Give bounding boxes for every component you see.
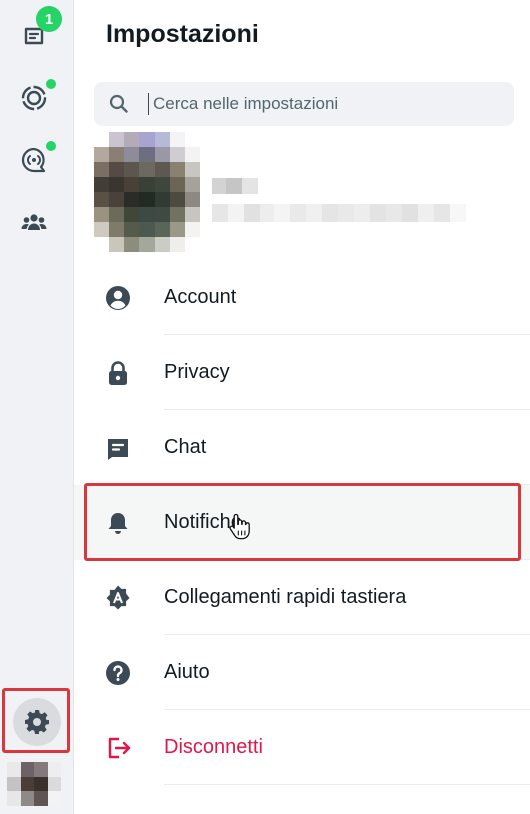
communities-icon [21,214,47,230]
gear-icon [25,710,49,734]
chat-icon [104,434,132,462]
menu-item-chat[interactable]: Chat [74,410,530,485]
menu-item-account[interactable]: Account [74,260,530,335]
menu-item-logout[interactable]: Disconnetti [74,710,530,785]
menu-label-logout: Disconnetti [164,736,263,758]
profile-about-blurred [212,204,466,222]
menu-item-help[interactable]: Aiuto [74,635,530,710]
profile-photo [94,132,200,252]
profile-name-blurred [212,178,258,194]
status-icon [21,85,47,111]
bell-icon [104,509,132,537]
search-input[interactable] [149,93,455,115]
menu-label-keyboard-shortcuts: Collegamenti rapidi tastiera [164,586,407,608]
logout-icon [104,734,132,762]
unread-badge: 1 [36,6,62,32]
search-icon [109,94,128,113]
profile-avatar[interactable] [7,762,61,806]
hand-cursor-icon [229,513,250,540]
channels-icon [21,147,46,173]
menu-item-keyboard-shortcuts[interactable]: Collegamenti rapidi tastiera [74,560,530,635]
menu-label-chat: Chat [164,436,207,458]
settings-button[interactable] [13,698,61,746]
nav-rail: 1 [0,0,74,814]
communities-button[interactable] [12,200,56,244]
lock-icon [104,359,132,387]
help-icon [104,659,132,687]
menu-label-help: Aiuto [164,661,210,683]
settings-search[interactable] [94,82,514,126]
menu-label-account: Account [164,286,237,308]
settings-highlight [2,688,70,753]
menu-label-privacy: Privacy [164,361,230,383]
channels-dot [46,141,56,151]
page-title: Impostazioni [106,20,259,48]
keyboard-shortcuts-icon [104,584,132,612]
status-dot [46,79,56,89]
profile-card[interactable] [94,132,514,252]
divider [164,784,530,785]
menu-item-privacy[interactable]: Privacy [74,335,530,410]
account-circle-icon [104,284,132,312]
settings-menu: Account Privacy Chat Notifiche Collegame… [74,260,530,785]
menu-item-notifications[interactable]: Notifiche [74,485,530,560]
